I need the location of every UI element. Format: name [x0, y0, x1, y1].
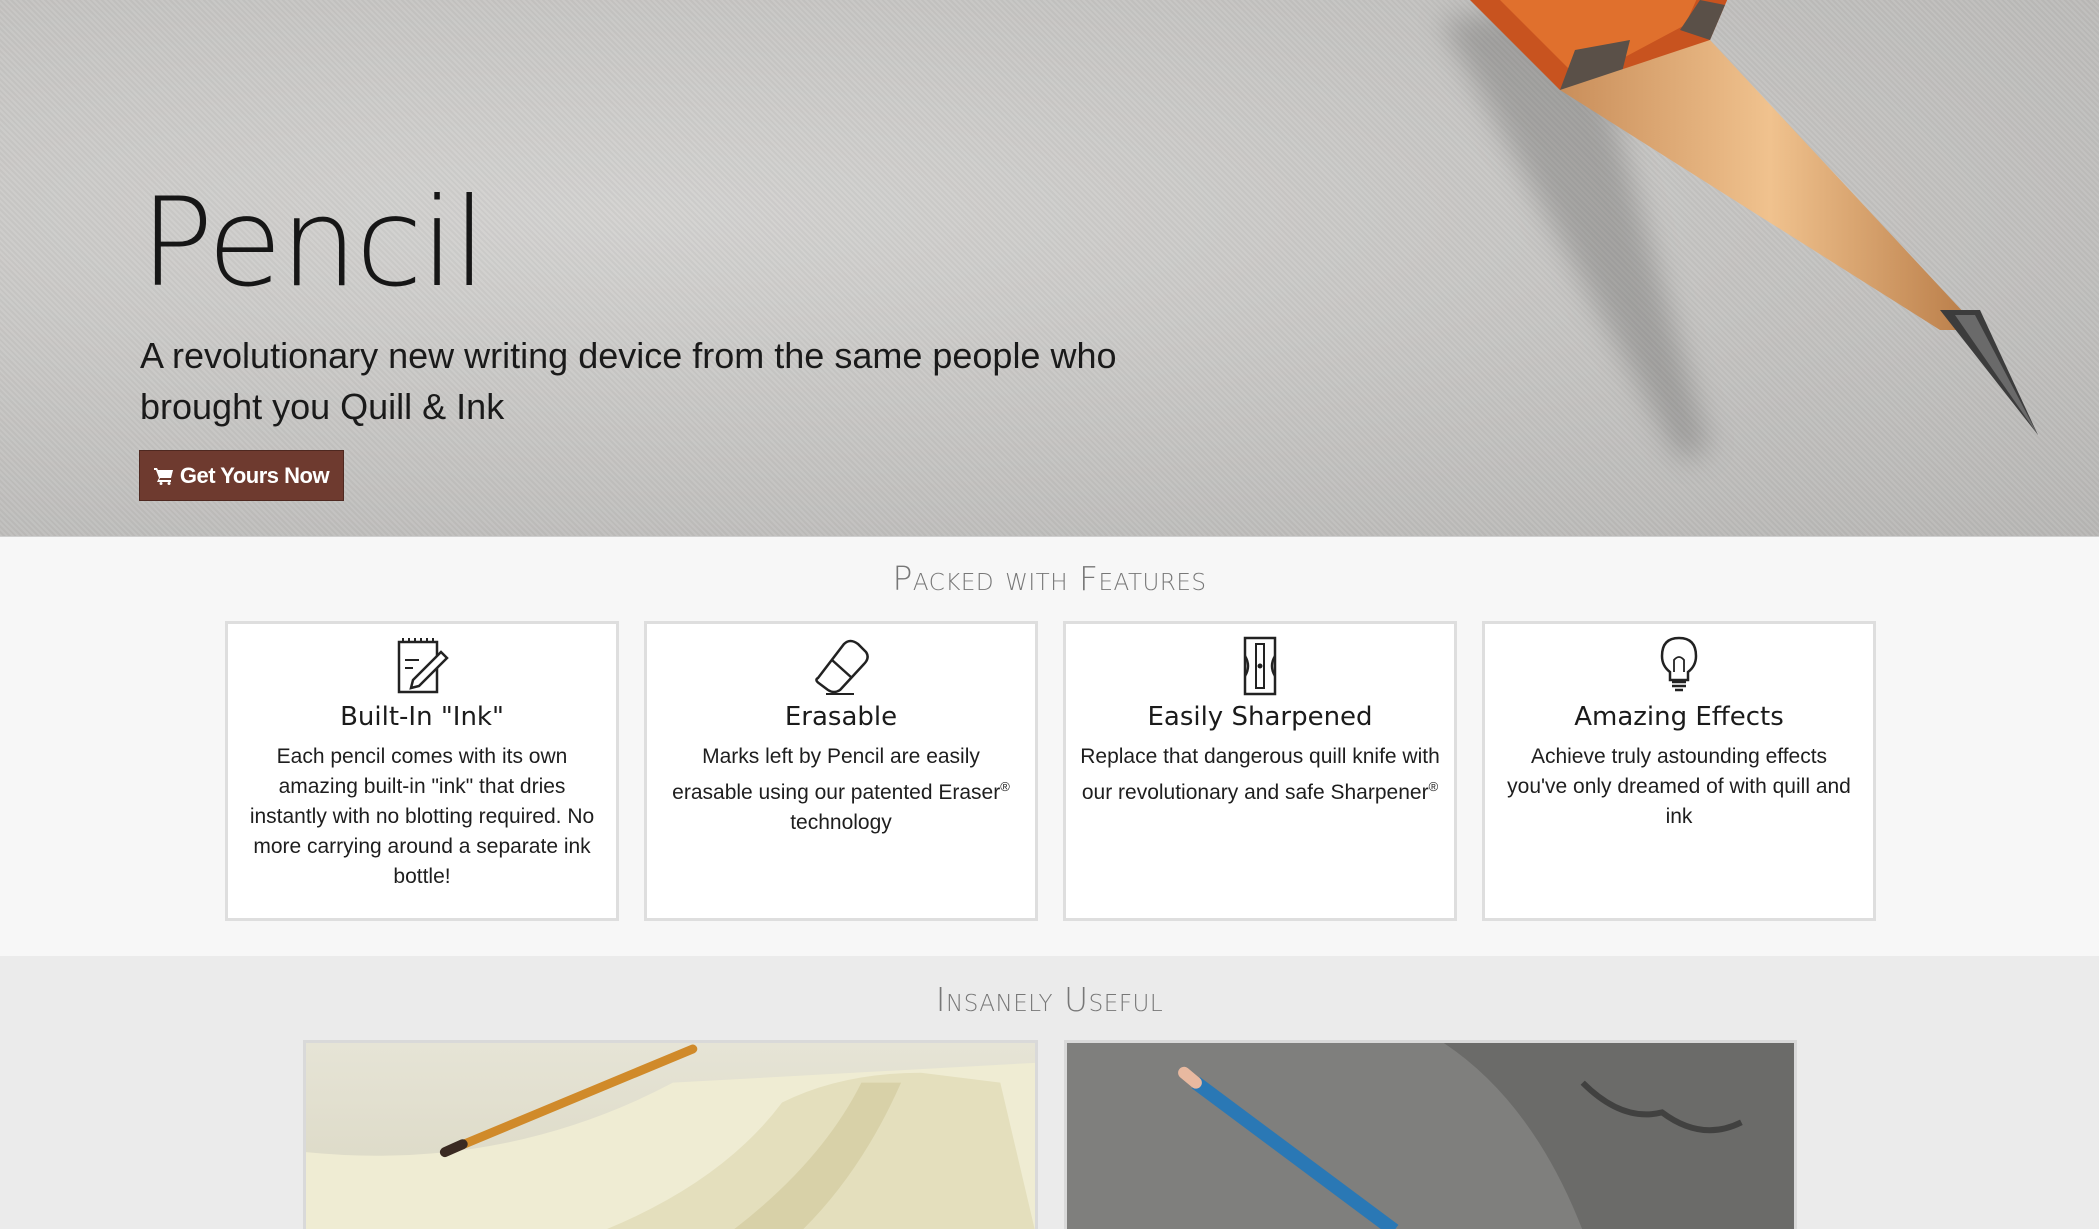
feature-text-main: Replace that dangerous quill knife with …	[1080, 745, 1440, 804]
feature-text: Replace that dangerous quill knife with …	[1066, 734, 1454, 808]
feature-text-after: technology	[790, 811, 892, 834]
cta-label: Get Yours Now	[179, 462, 330, 488]
lightbulb-icon	[1660, 636, 1698, 692]
sharpener-icon	[1243, 636, 1277, 696]
feature-card-sharpened: Easily Sharpened Replace that dangerous …	[1063, 621, 1457, 921]
hero-banner: Pencil A revolutionary new writing devic…	[0, 0, 2099, 536]
hero-title: Pencil	[140, 172, 486, 314]
registered-mark: ®	[1000, 779, 1010, 794]
hero-subtitle: A revolutionary new writing device from …	[140, 335, 1117, 427]
sketch-pencil-photo	[1064, 1040, 1797, 1229]
useful-heading: Insanely Useful	[935, 980, 1164, 1019]
shopping-cart-icon	[153, 467, 173, 485]
feature-text: Achieve truly astounding effects you've …	[1507, 745, 1851, 828]
feature-text-main: Marks left by Pencil are easily erasable…	[672, 745, 1001, 804]
eraser-icon	[815, 639, 869, 695]
feature-cards: Built-In "Ink" Each pencil comes with it…	[225, 621, 1876, 921]
pencil-photo	[1440, 0, 2038, 460]
registered-mark: ®	[1428, 779, 1439, 794]
features-section: Packed with Features Built-In "Ink" Each…	[0, 536, 2099, 956]
feature-card-ink: Built-In "Ink" Each pencil comes with it…	[225, 621, 619, 921]
feature-title: Amazing Effects	[1574, 702, 1784, 732]
feature-text: Each pencil comes with its own amazing b…	[249, 745, 595, 888]
useful-section: Insanely Useful	[0, 956, 2099, 1229]
features-heading: Packed with Features	[892, 559, 1207, 598]
feature-text: Marks left by Pencil are easily erasable…	[647, 734, 1035, 838]
feature-title: Easily Sharpened	[1147, 702, 1373, 732]
feature-title: Erasable	[784, 702, 898, 732]
notepad-pencil-icon	[397, 638, 449, 694]
get-yours-now-button[interactable]: Get Yours Now	[139, 450, 344, 501]
feature-card-erasable: Erasable Marks left by Pencil are easily…	[644, 621, 1038, 921]
feature-card-effects: Amazing Effects Achieve truly astounding…	[1482, 621, 1876, 921]
feature-title: Built-In "Ink"	[340, 702, 504, 732]
notebook-pencil-photo	[303, 1040, 1038, 1229]
